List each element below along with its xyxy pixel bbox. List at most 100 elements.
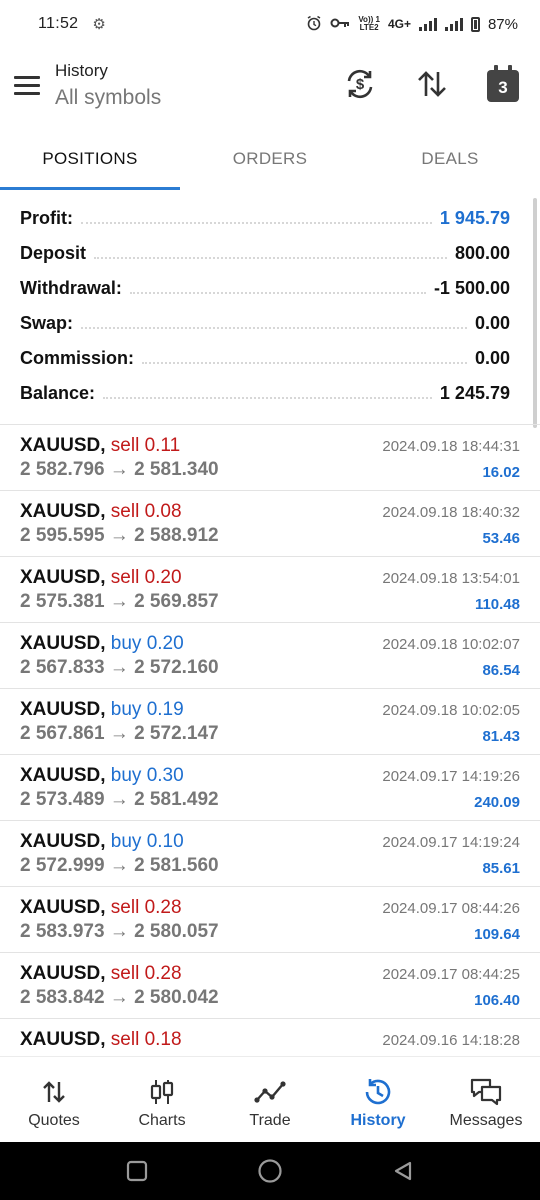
position-profit: 109.64	[474, 926, 520, 943]
calendar-icon: 3	[487, 65, 519, 102]
quotes-arrows-icon	[41, 1074, 67, 1110]
tab-orders[interactable]: ORDERS	[180, 128, 360, 190]
position-row[interactable]: XAUUSD, sell 0.28 2 583.973 → 2 580.057 …	[0, 887, 540, 953]
position-row[interactable]: XAUUSD, sell 0.08 2 595.595 → 2 588.912 …	[0, 491, 540, 557]
position-datetime: 2024.09.18 13:54:01	[382, 570, 520, 587]
symbol-text: XAUUSD,	[20, 897, 106, 918]
position-profit: 16.02	[482, 464, 520, 481]
position-profit: 110.48	[474, 596, 520, 613]
position-datetime: 2024.09.16 14:18:28	[382, 1032, 520, 1049]
position-side: sell 0.08	[110, 501, 182, 522]
nav-history[interactable]: History	[324, 1057, 432, 1142]
chat-bubbles-icon	[469, 1074, 503, 1110]
position-row[interactable]: XAUUSD, buy 0.20 2 567.833 → 2 572.160 2…	[0, 623, 540, 689]
position-side: buy 0.20	[110, 633, 184, 654]
symbol-filter[interactable]: All symbols	[55, 86, 161, 110]
symbol-text: XAUUSD,	[20, 501, 106, 522]
network-type: 4G+	[387, 17, 411, 31]
summary-value: 1 245.79	[439, 383, 510, 403]
position-profit: 106.40	[474, 992, 520, 1009]
page-title: History	[55, 61, 108, 80]
position-prices: 2 567.861 → 2 572.147	[20, 723, 219, 744]
home-icon	[258, 1159, 282, 1183]
summary-row-swap: Swap: 0.00	[20, 305, 510, 340]
position-symbol: XAUUSD, buy 0.19	[20, 699, 184, 721]
position-row[interactable]: XAUUSD, buy 0.30 2 573.489 → 2 581.492 2…	[0, 755, 540, 821]
menu-icon[interactable]	[14, 76, 40, 96]
back-button[interactable]	[383, 1151, 423, 1191]
position-row[interactable]: XAUUSD, sell 0.20 2 575.381 → 2 569.857 …	[0, 557, 540, 623]
symbol-text: XAUUSD,	[20, 831, 106, 852]
recent-apps-button[interactable]	[117, 1151, 157, 1191]
position-profit: 240.09	[474, 794, 520, 811]
app-bar: History All symbols $ 3	[0, 48, 540, 128]
position-prices: 2 582.796 → 2 581.340	[20, 459, 219, 480]
position-row[interactable]: XAUUSD, sell 0.11 2 582.796 → 2 581.340 …	[0, 425, 540, 491]
key-icon	[330, 16, 350, 32]
nav-label: Trade	[249, 1111, 291, 1129]
position-row[interactable]: XAUUSD, sell 0.28 2 583.842 → 2 580.042 …	[0, 953, 540, 1019]
position-datetime: 2024.09.17 14:19:24	[382, 834, 520, 851]
summary-row-balance: Balance: 1 245.79	[20, 375, 510, 410]
dotted-leader	[81, 327, 467, 329]
symbol-text: XAUUSD,	[20, 567, 106, 588]
position-symbol: XAUUSD, sell 0.18	[20, 1029, 182, 1051]
position-side: sell 0.11	[110, 435, 181, 456]
status-time: 11:52	[38, 15, 79, 32]
position-symbol: XAUUSD, sell 0.11	[20, 435, 180, 457]
nav-trade[interactable]: Trade	[216, 1057, 324, 1142]
sort-button[interactable]	[412, 66, 452, 106]
position-symbol: XAUUSD, sell 0.08	[20, 501, 182, 523]
history-tabs: POSITIONS ORDERS DEALS	[0, 128, 540, 190]
nav-label: Messages	[449, 1111, 523, 1129]
position-row[interactable]: XAUUSD, sell 0.18 2024.09.16 14:18:28	[0, 1019, 540, 1056]
position-prices: 2 575.381 → 2 569.857	[20, 591, 219, 612]
scrollbar[interactable]	[533, 198, 537, 428]
network-bottom-label: LTE2	[359, 23, 379, 32]
symbol-text: XAUUSD,	[20, 765, 106, 786]
dollar-refresh-icon: $	[343, 67, 377, 106]
nav-quotes[interactable]: Quotes	[0, 1057, 108, 1142]
position-prices: 2 573.489 → 2 581.492	[20, 789, 219, 810]
summary-label: Withdrawal:	[20, 278, 122, 298]
status-icons: Vo)) 1 LTE2 4G+ 87%	[306, 15, 518, 34]
alarm-icon	[306, 15, 322, 34]
currency-refresh-button[interactable]: $	[340, 66, 380, 106]
position-row[interactable]: XAUUSD, buy 0.19 2 567.861 → 2 572.147 2…	[0, 689, 540, 755]
bottom-navigation: Quotes Charts Trade History Messages	[0, 1056, 540, 1142]
account-summary: Profit: 1 945.79 Deposit 800.00 Withdraw…	[0, 200, 530, 410]
symbol-text: XAUUSD,	[20, 963, 106, 984]
position-side: buy 0.10	[110, 831, 184, 852]
summary-row-deposit: Deposit 800.00	[20, 235, 510, 270]
tab-positions[interactable]: POSITIONS	[0, 128, 180, 190]
summary-value: 1 945.79	[439, 208, 510, 228]
home-button[interactable]	[250, 1151, 290, 1191]
position-profit: 86.54	[482, 662, 520, 679]
symbol-text: XAUUSD,	[20, 1029, 106, 1050]
position-datetime: 2024.09.17 08:44:25	[382, 966, 520, 983]
summary-label: Commission:	[20, 348, 135, 368]
position-datetime: 2024.09.18 18:44:31	[382, 438, 520, 455]
history-clock-icon	[362, 1074, 394, 1110]
signal-2-icon	[444, 17, 463, 31]
position-profit: 81.43	[482, 728, 520, 745]
position-row[interactable]: XAUUSD, buy 0.10 2 572.999 → 2 581.560 2…	[0, 821, 540, 887]
battery-icon	[470, 16, 480, 32]
settings-gear-icon: ⚙	[92, 16, 106, 33]
position-side: sell 0.18	[110, 1029, 182, 1050]
network-label: Vo)) 1 LTE2	[358, 16, 380, 32]
position-prices: 2 572.999 → 2 581.560	[20, 855, 219, 876]
calendar-button[interactable]: 3	[483, 65, 523, 106]
nav-label: Quotes	[28, 1111, 80, 1129]
nav-charts[interactable]: Charts	[108, 1057, 216, 1142]
summary-row-commission: Commission: 0.00	[20, 340, 510, 375]
position-symbol: XAUUSD, buy 0.10	[20, 831, 184, 853]
dotted-leader	[81, 222, 432, 224]
tab-deals[interactable]: DEALS	[360, 128, 540, 190]
symbol-text: XAUUSD,	[20, 435, 106, 456]
symbol-text: XAUUSD,	[20, 699, 106, 720]
recent-apps-icon	[126, 1160, 147, 1182]
nav-messages[interactable]: Messages	[432, 1057, 540, 1142]
dotted-leader	[129, 292, 426, 294]
position-datetime: 2024.09.18 18:40:32	[382, 504, 520, 521]
